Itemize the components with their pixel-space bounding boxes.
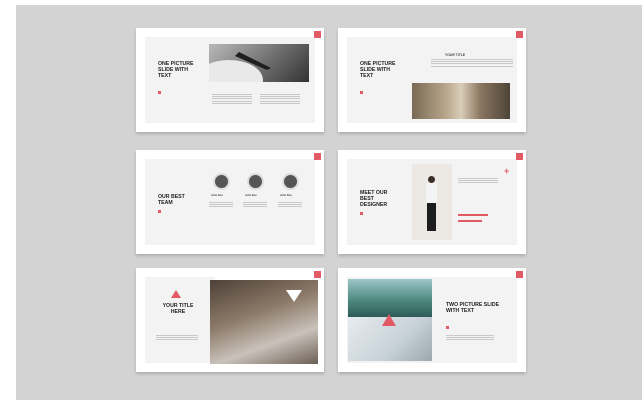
plate-shape (209, 52, 271, 82)
accent-tag (314, 31, 321, 38)
team-member-avatar (282, 173, 299, 190)
member-bio (243, 202, 267, 209)
slide-card-3[interactable]: OUR BEST TEAM John Doe John Doe John Doe (136, 150, 324, 254)
slide-title: TWO PICTURE SLIDE WITH TEXT (446, 302, 500, 314)
text-block-left (212, 94, 252, 105)
slide-card-5[interactable]: YOUR TITLE HERE (136, 268, 324, 372)
team-member-avatar (247, 173, 264, 190)
slide-card-2[interactable]: YOUR TITLE ONE PICTURE SLIDE WITH TEXT (338, 28, 526, 132)
street-photo (412, 83, 510, 119)
skill-bar (458, 220, 482, 222)
slide-card-4[interactable]: MEET OUR BEST DESIGNER + (338, 150, 526, 254)
landscape-photo (348, 279, 432, 317)
text-block (431, 59, 513, 68)
member-bio (278, 202, 302, 209)
slide-card-6[interactable]: TWO PICTURE SLIDE WITH TEXT (338, 268, 526, 372)
text-block (458, 178, 498, 185)
text-block (446, 335, 494, 342)
accent-tag (516, 153, 523, 160)
skill-bar (458, 214, 488, 216)
accent-tag (516, 271, 523, 278)
slide-title: MEET OUR BEST DESIGNER (360, 190, 388, 208)
slide-subtitle: YOUR TITLE (445, 53, 466, 57)
slide-title: YOUR TITLE HERE (162, 303, 194, 315)
slide-card-1[interactable]: ONE PICTURE SLIDE WITH TEXT (136, 28, 324, 132)
designer-photo (412, 164, 452, 240)
slide-title: ONE PICTURE SLIDE WITH TEXT (158, 61, 194, 79)
triangle-icon (286, 290, 302, 302)
accent-mark (360, 91, 363, 94)
plus-icon: + (504, 166, 510, 176)
accent-mark (158, 91, 161, 94)
slide-title: OUR BEST TEAM (158, 194, 185, 206)
accent-tag (314, 153, 321, 160)
team-member-name: John Doe (211, 194, 223, 197)
fish-photo (209, 44, 309, 82)
accent-mark (446, 326, 449, 329)
accent-tag (516, 31, 523, 38)
accent-mark (158, 210, 161, 213)
team-member-name: John Doe (280, 194, 292, 197)
team-member-name: John Doe (245, 194, 257, 197)
text-block (156, 335, 198, 342)
slide-title: ONE PICTURE SLIDE WITH TEXT (360, 61, 396, 79)
slide-content-panel (145, 277, 215, 363)
team-member-avatar (213, 173, 230, 190)
accent-tag (314, 271, 321, 278)
member-bio (209, 202, 233, 209)
text-block-right (260, 94, 300, 105)
showcase-background (16, 5, 642, 400)
accent-mark (360, 212, 363, 215)
